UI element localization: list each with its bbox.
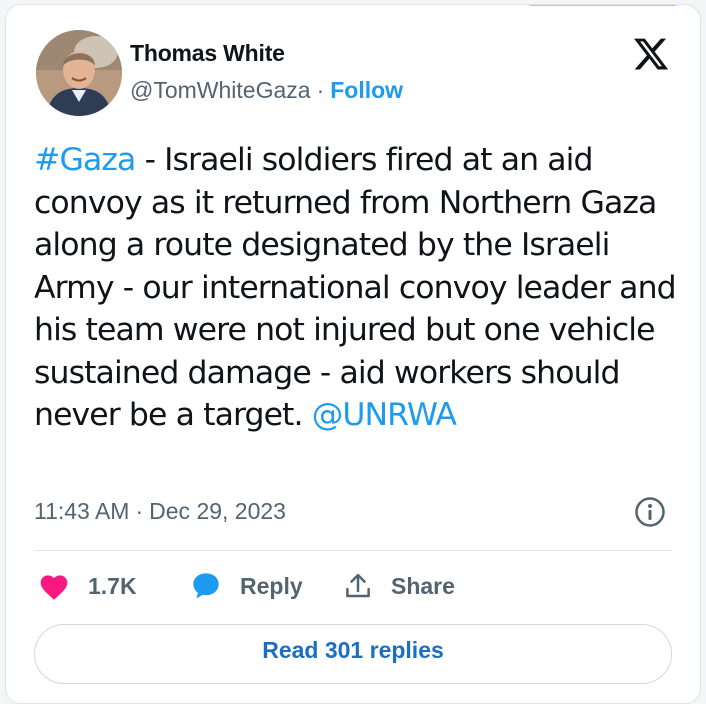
author-name[interactable]: Thomas White <box>130 40 285 67</box>
x-logo-icon[interactable] <box>632 35 670 73</box>
tweet-card: Thomas White @TomWhiteGaza · Follow #Gaza … <box>5 4 701 704</box>
like-button[interactable]: 1.7K <box>38 568 137 604</box>
tweet-body: - Israeli soldiers fired at an aid convo… <box>34 142 677 433</box>
like-count: 1.7K <box>88 572 137 599</box>
read-replies-button[interactable]: Read 301 replies <box>34 624 672 684</box>
share-icon <box>346 573 370 598</box>
speech-bubble-icon <box>193 573 219 599</box>
reply-button[interactable]: Reply <box>190 568 303 604</box>
divider <box>34 550 672 551</box>
share-label: Share <box>391 572 455 599</box>
tweet-time: 11:43 AM <box>34 498 130 524</box>
avatar-image <box>36 30 122 116</box>
avatar[interactable] <box>36 30 122 116</box>
heart-icon <box>40 575 68 600</box>
author-handle[interactable]: @TomWhiteGaza <box>130 77 311 103</box>
tweet-text: #Gaza - Israeli soldiers fired at an aid… <box>34 139 684 437</box>
timestamp[interactable]: 11:43 AM · Dec 29, 2023 <box>34 498 286 525</box>
mention-link[interactable]: @UNRWA <box>312 397 457 433</box>
top-accent-bar <box>528 5 678 6</box>
info-icon[interactable] <box>634 496 666 528</box>
tweet-date: Dec 29, 2023 <box>149 498 286 524</box>
reply-label: Reply <box>240 572 303 599</box>
follow-button[interactable]: Follow <box>330 77 403 103</box>
share-button[interactable]: Share <box>343 568 455 604</box>
handle-separator: · <box>316 77 325 103</box>
timestamp-separator: · <box>135 498 144 524</box>
author-handle-row: @TomWhiteGaza · Follow <box>130 77 403 104</box>
hashtag-link[interactable]: #Gaza <box>34 142 136 178</box>
